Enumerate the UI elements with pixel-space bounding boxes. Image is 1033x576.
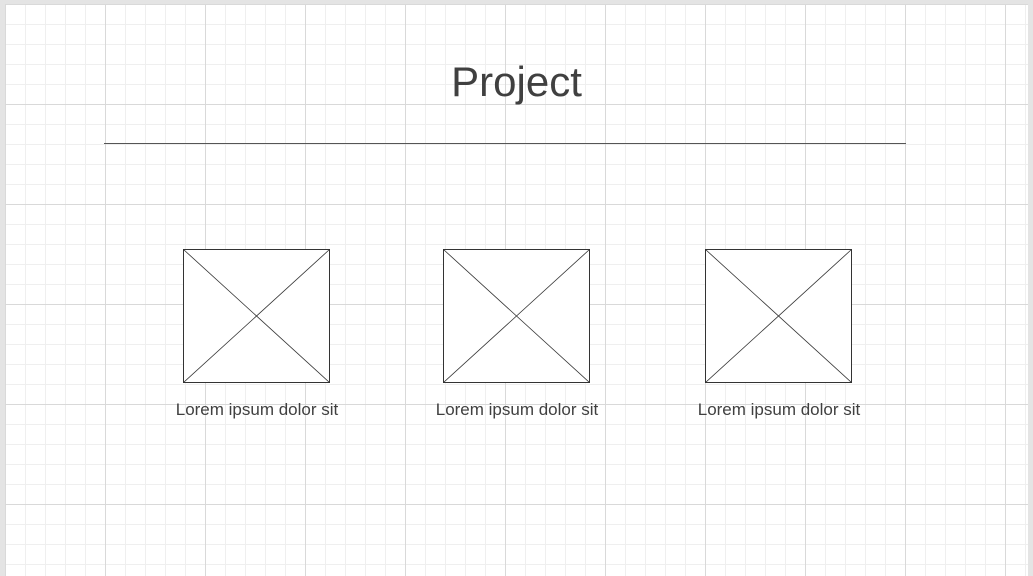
title-divider: [104, 143, 906, 144]
image-caption: Lorem ipsum dolor sit: [435, 400, 599, 419]
image-card: Lorem ipsum dolor sit: [387, 249, 647, 429]
diagram-canvas: Project Lorem ipsum dolor sit Lorem ipsu…: [5, 4, 1028, 576]
page-title: Project: [451, 58, 582, 105]
image-caption: Lorem ipsum dolor sit: [697, 400, 861, 419]
image-caption: Lorem ipsum dolor sit: [175, 400, 339, 419]
image-placeholder: [183, 249, 330, 383]
image-card: Lorem ipsum dolor sit: [127, 249, 387, 429]
image-card: Lorem ipsum dolor sit: [649, 249, 909, 429]
image-placeholder: [443, 249, 590, 383]
image-placeholder: [705, 249, 852, 383]
